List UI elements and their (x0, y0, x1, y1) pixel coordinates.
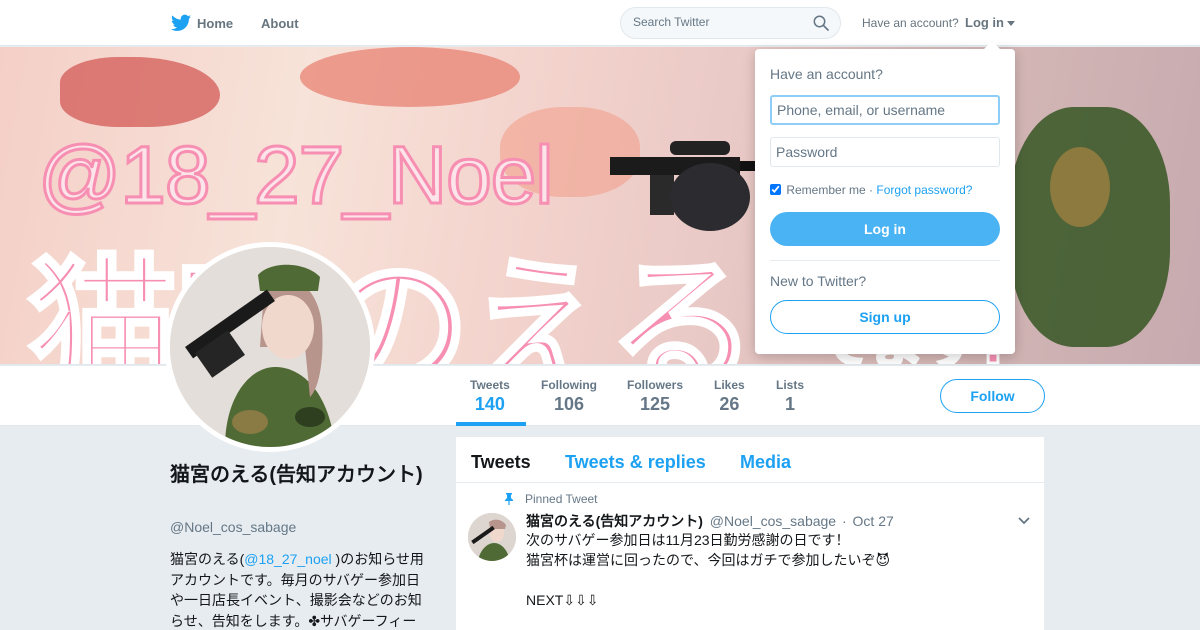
remember-me-label[interactable]: Remember me (786, 183, 865, 197)
remember-me-checkbox[interactable] (770, 184, 781, 195)
have-account-text: Have an account? (862, 16, 959, 30)
timeline: Tweets Tweets & replies Media Pinned Twe… (456, 437, 1044, 630)
active-tab-indicator (456, 422, 526, 426)
chevron-down-icon[interactable] (1018, 517, 1030, 525)
login-menu-link[interactable]: Log in (965, 15, 1004, 30)
profile-name: 猫宮のえる(告知アカウント) (170, 464, 423, 486)
nav-about-link[interactable]: About (261, 16, 299, 31)
stat-value: 140 (474, 394, 505, 414)
stat-value: 26 (719, 394, 740, 414)
tweet-text: 次のサバゲー参加日は11月23日勤労感謝の日です！ 猫宮杯は運営に回ったので、今… (526, 532, 891, 608)
stat-value: 106 (553, 394, 585, 414)
username-field[interactable] (770, 95, 1000, 125)
tab-tweets[interactable]: Tweets (471, 452, 531, 473)
forgot-password-link[interactable]: Forgot password? (876, 183, 972, 197)
remember-separator: · (869, 183, 874, 197)
stat-followers[interactable]: Followers 125 (627, 378, 683, 415)
tweet-header: 猫宮のえる(告知アカウント) @Noel_cos_sabage · Oct 27 (526, 511, 894, 531)
signup-button[interactable]: Sign up (770, 300, 1000, 334)
banner-camo-shape (1010, 107, 1170, 347)
nav-home-link[interactable]: Home (197, 16, 233, 31)
search-box (620, 7, 841, 39)
stat-label: Followers (627, 378, 684, 392)
twitter-bird-icon[interactable] (171, 14, 191, 32)
follow-button[interactable]: Follow (940, 379, 1045, 413)
stat-label: Following (541, 378, 597, 392)
avatar[interactable] (165, 242, 375, 452)
stat-label: Likes (714, 378, 745, 392)
stat-tweets[interactable]: Tweets 140 (470, 378, 510, 415)
stat-value: 1 (785, 394, 796, 414)
tweet-separator: · (841, 513, 847, 529)
dropdown-divider (770, 260, 1000, 261)
login-button[interactable]: Log in (770, 212, 1000, 246)
tweet-timestamp[interactable]: Oct 27 (853, 513, 894, 529)
stat-likes[interactable]: Likes 26 (714, 378, 745, 415)
bio-mention-link[interactable]: @18_27_noel (244, 551, 331, 567)
banner-camo-shape (1050, 147, 1110, 227)
pin-icon (505, 493, 513, 505)
tweet-author-handle[interactable]: @Noel_cos_sabage (710, 513, 836, 529)
banner-name-text: 猫宮のえる (26, 240, 760, 365)
new-to-twitter-text: New to Twitter? (770, 273, 867, 289)
profile-handle[interactable]: @Noel_cos_sabage (170, 519, 296, 535)
profile-bio: 猫宮のえる(@18_27_noel )のお知らせ用アカウントです。毎月のサバゲー… (170, 549, 432, 630)
stat-label: Tweets (470, 378, 510, 392)
top-nav: Home About Have an account? Log in (0, 0, 1200, 46)
remember-row: Remember me · Forgot password? (770, 183, 972, 197)
avatar-image (170, 247, 370, 447)
caret-down-icon[interactable] (1007, 21, 1015, 26)
tab-tweets-replies[interactable]: Tweets & replies (565, 452, 706, 473)
stat-following[interactable]: Following 106 (541, 378, 597, 415)
password-field[interactable] (770, 137, 1000, 167)
search-icon[interactable] (813, 15, 829, 31)
tab-media[interactable]: Media (740, 452, 791, 473)
login-dropdown: Have an account? Remember me · Forgot pa… (755, 41, 1015, 354)
stat-label: Lists (776, 378, 805, 392)
dropdown-arrow (984, 41, 1000, 49)
stat-lists[interactable]: Lists 1 (776, 378, 804, 415)
tweet-avatar-image (468, 513, 516, 561)
dropdown-title: Have an account? (770, 66, 883, 82)
search-input[interactable] (633, 15, 803, 29)
timeline-tabs: Tweets Tweets & replies Media (456, 437, 1044, 483)
banner-camo-shape (60, 57, 220, 127)
banner-camo-shape (300, 47, 520, 107)
tweet-avatar[interactable] (468, 513, 516, 561)
pinned-tweet-label: Pinned Tweet (525, 492, 598, 506)
stat-value: 125 (639, 394, 671, 414)
bio-text: 猫宮のえる( (170, 551, 245, 567)
tweet-author-name[interactable]: 猫宮のえる(告知アカウント) (526, 513, 703, 529)
